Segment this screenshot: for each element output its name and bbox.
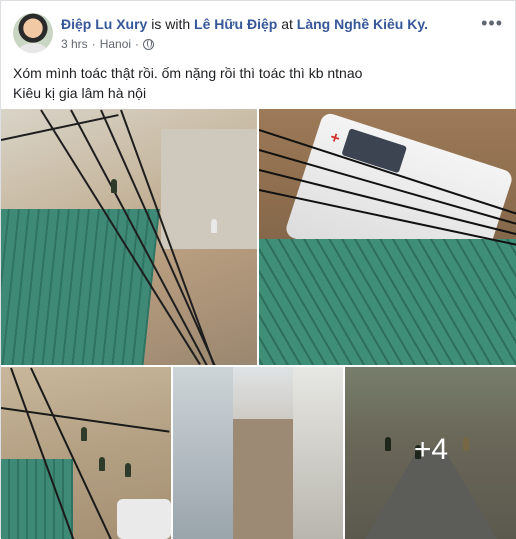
post-time-link[interactable]: 3 hrs [61, 37, 88, 51]
at-text: at [277, 16, 297, 32]
meta-separator: · [135, 37, 140, 51]
more-photos-count[interactable]: +4 [345, 433, 516, 467]
post-header: Điệp Lu Xury is with Lê Hữu Điệp at Làng… [13, 11, 503, 55]
globe-icon[interactable] [143, 38, 155, 50]
author-avatar[interactable] [13, 13, 53, 53]
tagged-person-link[interactable]: Lê Hữu Điệp [194, 16, 277, 32]
photo-1[interactable] [1, 109, 257, 365]
post-title-line: Điệp Lu Xury is with Lê Hữu Điệp at Làng… [61, 15, 428, 33]
post-location-link[interactable]: Hanoi [100, 37, 131, 51]
with-text: is with [147, 16, 195, 32]
author-name-link[interactable]: Điệp Lu Xury [61, 16, 147, 32]
photo-2[interactable]: + [259, 109, 516, 365]
post-text-line: Xóm mình toác thật rồi. ốm nặng rồi thì … [13, 65, 363, 81]
place-link[interactable]: Làng Nghề Kiêu Ky. [297, 16, 428, 32]
more-options-button[interactable]: ••• [481, 13, 503, 34]
facebook-post: Điệp Lu Xury is with Lê Hữu Điệp at Làng… [0, 0, 516, 539]
post-text-line: Kiêu kị gia lâm hà nội [13, 85, 147, 101]
photo-5-more[interactable]: +4 [345, 367, 516, 539]
meta-separator: · [91, 37, 96, 51]
photo-4[interactable] [173, 367, 343, 539]
post-meta: 3 hrs · Hanoi · [61, 37, 155, 51]
post-text: Xóm mình toác thật rồi. ốm nặng rồi thì … [13, 63, 503, 103]
photo-3[interactable] [1, 367, 171, 539]
